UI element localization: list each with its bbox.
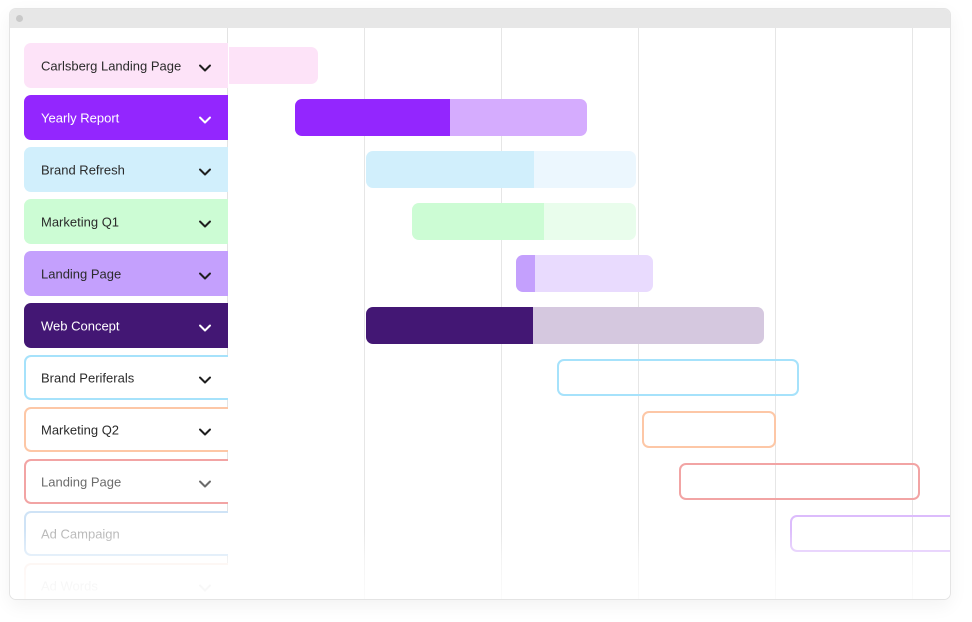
app-window: Carlsberg Landing Page Yearly Report Brand… (9, 8, 951, 600)
project-name: Landing Page (41, 474, 122, 489)
chevron-down-icon[interactable] (198, 321, 212, 331)
gantt-bar[interactable] (789, 515, 950, 552)
chevron-down-icon[interactable] (198, 165, 212, 175)
project-row-label[interactable]: Carlsberg Landing Page (24, 43, 228, 88)
project-row-label[interactable]: Brand Refresh (24, 147, 228, 192)
project-name: Carlsberg Landing Page (41, 58, 182, 73)
project-row-label[interactable]: Ad Words (24, 563, 228, 599)
gantt-bar-progress (366, 307, 534, 344)
gantt-bar-progress (366, 151, 534, 188)
project-row-label[interactable]: Web Concept (24, 303, 228, 348)
project-name: Ad Campaign (41, 526, 120, 541)
gantt-bar-remaining (449, 99, 587, 136)
chevron-down-icon[interactable] (198, 425, 212, 435)
project-name: Web Concept (41, 318, 120, 333)
chevron-down-icon[interactable] (198, 269, 212, 279)
gantt-bar[interactable] (229, 47, 319, 84)
timeline-gridline (775, 28, 776, 599)
project-row-label[interactable]: Ad Campaign (24, 511, 228, 556)
project-row-label[interactable]: Yearly Report (24, 95, 228, 140)
gantt-bar-progress (411, 203, 545, 240)
gantt-bar[interactable] (641, 411, 776, 448)
gantt-bar-remaining (534, 255, 653, 292)
gantt-bar-progress (295, 99, 450, 136)
project-name: Landing Page (41, 266, 122, 281)
project-name: Yearly Report (41, 110, 120, 125)
chevron-down-icon[interactable] (198, 113, 212, 123)
chevron-down-icon[interactable] (198, 61, 212, 71)
gantt-bar-remaining (533, 307, 764, 344)
gantt-bar-remaining (533, 151, 637, 188)
chevron-down-icon[interactable] (198, 581, 212, 591)
project-name: Ad Words (41, 578, 98, 593)
chevron-down-icon[interactable] (198, 373, 212, 383)
gantt-bar[interactable] (295, 99, 587, 136)
project-row-label[interactable]: Landing Page (24, 459, 228, 504)
project-name: Marketing Q1 (41, 214, 120, 229)
chevron-down-icon[interactable] (198, 477, 212, 487)
gantt-bar[interactable] (411, 203, 637, 240)
gantt-bar[interactable] (678, 463, 920, 500)
project-row-label[interactable]: Marketing Q2 (24, 407, 228, 452)
project-name: Brand Refresh (41, 162, 125, 177)
timeline-gridline (912, 28, 913, 599)
gantt-area: Carlsberg Landing Page Yearly Report Brand… (10, 28, 950, 599)
gantt-bar-remaining (544, 203, 637, 240)
gantt-bar[interactable] (515, 255, 653, 292)
project-row-label[interactable]: Landing Page (24, 251, 228, 296)
title-bar (10, 9, 950, 28)
gantt-bar-progress (229, 47, 319, 84)
project-name: Brand Periferals (41, 370, 135, 385)
project-row-label[interactable]: Brand Periferals (24, 355, 228, 400)
gantt-bar[interactable] (366, 151, 637, 188)
gantt-bar[interactable] (366, 307, 764, 344)
window-control-dot[interactable] (16, 15, 23, 22)
project-name: Marketing Q2 (41, 422, 120, 437)
chevron-down-icon[interactable] (198, 217, 212, 227)
project-row-label[interactable]: Marketing Q1 (24, 199, 228, 244)
gantt-bar-progress (515, 255, 535, 292)
gantt-bar[interactable] (556, 359, 800, 396)
